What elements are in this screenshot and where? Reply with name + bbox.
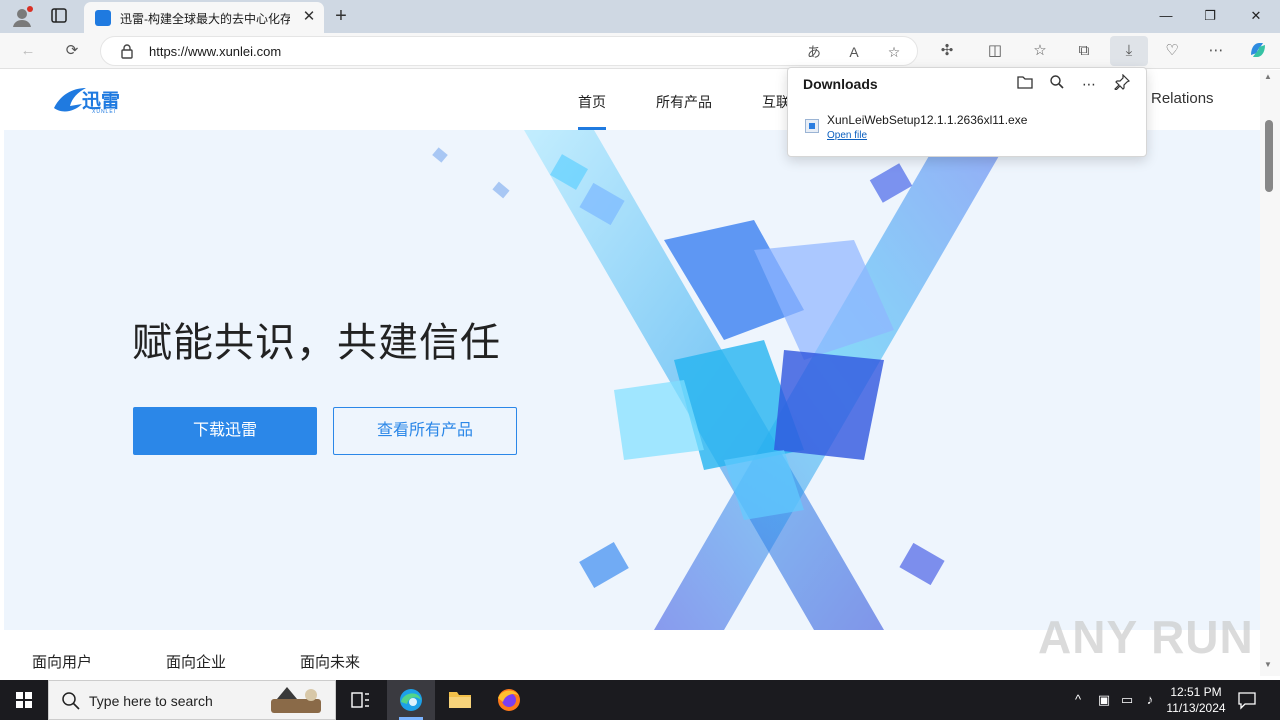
scroll-down-icon[interactable]: ▼	[1264, 660, 1272, 669]
tray-network-adapter-icon[interactable]: ▣	[1094, 690, 1114, 710]
minimize-button[interactable]: —	[1146, 4, 1186, 28]
nav-home[interactable]: 首页	[578, 92, 606, 112]
hero-banner: 赋能共识，共建信任 下载迅雷 查看所有产品	[4, 130, 1260, 630]
windows-logo-icon	[16, 692, 32, 708]
tab-for-future[interactable]: 面向未来	[300, 651, 360, 672]
nav-internet[interactable]: 互联	[762, 92, 790, 112]
download-xunlei-button[interactable]: 下载迅雷	[133, 407, 317, 455]
profile-icon[interactable]	[10, 5, 34, 29]
edge-taskbar-icon[interactable]	[387, 680, 435, 720]
file-explorer-icon[interactable]	[436, 680, 484, 720]
nav-all-products[interactable]: 所有产品	[656, 92, 712, 112]
downloads-icon[interactable]: ⤓	[1110, 36, 1148, 66]
download-filename[interactable]: XunLeiWebSetup12.1.1.2636xl11.exe	[827, 113, 1027, 127]
windows-taskbar: Type here to search ^ ▣ ▭ ♪ 12:51 PM 11/…	[0, 680, 1280, 720]
tray-overflow-icon[interactable]: ^	[1068, 690, 1088, 710]
tab-for-users[interactable]: 面向用户	[32, 651, 92, 672]
start-button[interactable]	[0, 680, 48, 720]
tab-actions-icon[interactable]	[50, 7, 70, 25]
scroll-thumb[interactable]	[1265, 120, 1273, 192]
crystal-x-illustration	[432, 130, 1014, 630]
lock-icon[interactable]	[119, 43, 135, 59]
downloads-title: Downloads	[803, 76, 878, 92]
xunlei-logo[interactable]: 迅雷 XUNLEI	[52, 82, 128, 118]
back-icon[interactable]: ←	[16, 39, 40, 63]
tab-for-enterprise[interactable]: 面向企业	[166, 651, 226, 672]
close-window-button[interactable]: ✕	[1236, 4, 1276, 28]
copilot-icon[interactable]	[1246, 39, 1270, 63]
open-file-link[interactable]: Open file	[827, 130, 867, 141]
favorites-icon[interactable]: ☆	[1028, 39, 1052, 63]
maximize-button[interactable]: ❐	[1190, 4, 1230, 28]
extensions-icon[interactable]: ✣	[935, 39, 959, 63]
clock-date: 11/13/2024	[1166, 701, 1226, 715]
clock-time: 12:51 PM	[1170, 685, 1222, 699]
network-icon[interactable]: ▭	[1117, 690, 1137, 710]
translate-icon[interactable]: あ	[803, 41, 825, 63]
scroll-up-icon[interactable]: ▲	[1264, 72, 1272, 81]
downloads-more-icon[interactable]: ⋯	[1079, 74, 1099, 94]
pin-icon[interactable]	[1112, 73, 1132, 94]
task-view-icon[interactable]	[336, 680, 384, 720]
refresh-icon[interactable]: ⟳	[60, 39, 84, 63]
browser-essentials-icon[interactable]: ♡	[1160, 39, 1184, 63]
search-highlight-icon	[271, 687, 321, 713]
exe-file-icon	[805, 119, 819, 133]
search-placeholder: Type here to search	[89, 693, 213, 709]
browser-tabstrip: 迅雷-构建全球最大的去中心化存 ✕ + — ❐ ✕	[0, 0, 1280, 33]
new-tab-button[interactable]: +	[330, 5, 352, 27]
browser-toolbar: ← ⟳ https://www.xunlei.com あ A ☆ ✣ ◫ ☆ ⧉…	[0, 33, 1280, 69]
collections-icon[interactable]: ⧉	[1072, 39, 1096, 63]
tab-close-icon[interactable]: ✕	[300, 8, 318, 26]
favorite-star-icon[interactable]: ☆	[883, 41, 905, 63]
search-downloads-icon[interactable]	[1047, 74, 1067, 94]
web-page: 迅雷 XUNLEI 首页 所有产品 互联 Relations 赋能共识，共建信任…	[4, 70, 1260, 676]
page-scrollbar[interactable]: ▲ ▼	[1260, 70, 1280, 676]
downloads-panel: Downloads ⋯ XunLeiWebSetup12.1.1.2636xl1…	[787, 67, 1147, 157]
search-icon	[61, 691, 81, 711]
active-tab[interactable]: 迅雷-构建全球最大的去中心化存 ✕	[84, 2, 324, 33]
anyrun-watermark: ANY RUN	[1038, 611, 1254, 663]
url-text[interactable]: https://www.xunlei.com	[149, 44, 281, 59]
open-folder-icon[interactable]	[1015, 74, 1035, 94]
nav-investor-relations[interactable]: Relations	[1151, 90, 1214, 107]
taskbar-search[interactable]: Type here to search	[48, 680, 336, 720]
xunlei-favicon-icon	[95, 10, 111, 26]
more-menu-icon[interactable]: ⋯	[1204, 39, 1228, 63]
notifications-icon[interactable]	[1236, 690, 1258, 710]
address-bar[interactable]: https://www.xunlei.com あ A ☆	[100, 36, 918, 66]
volume-icon[interactable]: ♪	[1140, 690, 1160, 710]
read-aloud-icon[interactable]: A	[843, 41, 865, 63]
firefox-icon[interactable]	[485, 680, 533, 720]
split-screen-icon[interactable]: ◫	[983, 39, 1007, 63]
tab-title: 迅雷-构建全球最大的去中心化存	[120, 12, 290, 26]
view-all-products-button[interactable]: 查看所有产品	[333, 407, 517, 455]
system-clock[interactable]: 12:51 PM 11/13/2024	[1160, 684, 1232, 716]
hero-title: 赋能共识，共建信任	[132, 321, 501, 365]
